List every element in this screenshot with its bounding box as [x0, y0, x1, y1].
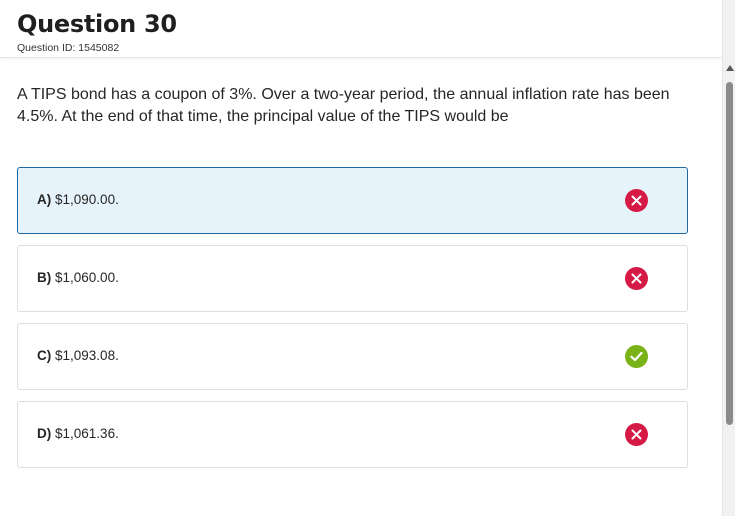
option-letter: D)	[37, 426, 52, 441]
option-text: $1,060.00.	[55, 270, 119, 285]
answer-option-a[interactable]: A) $1,090.00.	[17, 167, 688, 234]
question-stem: A TIPS bond has a coupon of 3%. Over a t…	[17, 86, 670, 125]
option-text: $1,090.00.	[55, 192, 119, 207]
x-circle-icon	[625, 189, 648, 212]
question-title: Question 30	[17, 10, 177, 38]
option-label: B) $1,060.00.	[37, 270, 119, 285]
scrollbar-thumb[interactable]	[726, 82, 733, 425]
option-letter: A)	[37, 192, 52, 207]
option-label: C) $1,093.08.	[37, 348, 119, 363]
option-letter: B)	[37, 270, 52, 285]
x-circle-icon	[625, 423, 648, 446]
check-circle-icon	[625, 345, 648, 368]
question-page: Question 30 Question ID: 1545082 A TIPS …	[0, 0, 735, 516]
option-text: $1,093.08.	[55, 348, 119, 363]
option-letter: C)	[37, 348, 52, 363]
x-circle-icon	[625, 267, 648, 290]
vertical-scrollbar[interactable]	[722, 0, 735, 516]
option-text: $1,061.36.	[55, 426, 119, 441]
option-label: A) $1,090.00.	[37, 192, 119, 207]
answer-option-d[interactable]: D) $1,061.36.	[17, 401, 688, 468]
answer-option-b[interactable]: B) $1,060.00.	[17, 245, 688, 312]
option-label: D) $1,061.36.	[37, 426, 119, 441]
answer-option-c[interactable]: C) $1,093.08.	[17, 323, 688, 390]
question-header: Question 30 Question ID: 1545082	[0, 0, 722, 58]
scroll-up-arrow-icon[interactable]	[726, 65, 734, 71]
question-id: Question ID: 1545082	[17, 42, 120, 54]
